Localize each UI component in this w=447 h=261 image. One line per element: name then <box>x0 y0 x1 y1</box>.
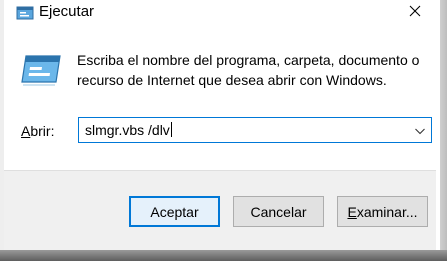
window-shadow-bottom <box>0 250 447 261</box>
window-title: Ejecutar <box>39 3 95 20</box>
chevron-down-icon[interactable] <box>414 124 426 136</box>
browse-label: xaminar... <box>356 203 418 220</box>
command-input[interactable]: slmgr.vbs /dlv <box>85 122 172 138</box>
close-icon <box>409 4 421 22</box>
cancel-button[interactable]: Cancelar <box>233 196 324 227</box>
run-dialog: Ejecutar Escriba el nombre del programa,… <box>0 0 440 250</box>
dialog-content: Escriba el nombre del programa, carpeta,… <box>4 30 436 170</box>
browse-mnemonic: E <box>347 203 357 220</box>
text-caret <box>170 122 172 137</box>
open-label-mnemonic: A <box>21 123 31 139</box>
accept-button[interactable]: Aceptar <box>129 196 220 227</box>
command-value: slmgr.vbs /dlv <box>85 122 170 138</box>
dialog-description: Escriba el nombre del programa, carpeta,… <box>77 52 420 88</box>
run-program-icon <box>20 52 62 86</box>
close-button[interactable] <box>400 0 430 26</box>
open-label-text: brir: <box>30 123 55 139</box>
open-label: Abrir: <box>21 123 54 139</box>
run-icon <box>16 5 34 21</box>
browse-button[interactable]: Examinar... <box>337 196 428 227</box>
dialog-footer: Aceptar Cancelar Examinar... <box>4 170 436 250</box>
command-combobox[interactable]: slmgr.vbs /dlv <box>78 117 432 143</box>
title-bar[interactable]: Ejecutar <box>4 0 436 30</box>
